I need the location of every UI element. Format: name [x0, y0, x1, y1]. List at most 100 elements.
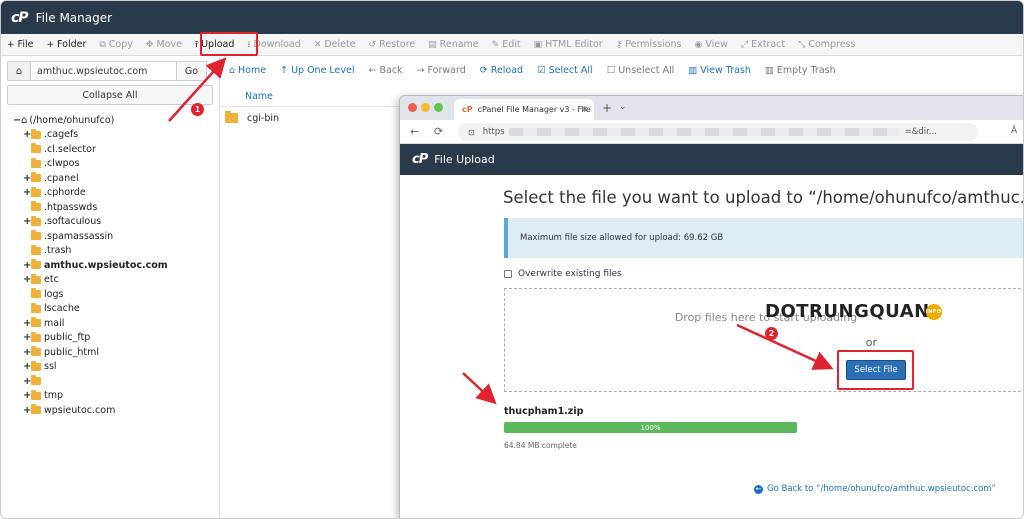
toolbar-edit-button[interactable]: ✎ Edit — [492, 39, 521, 50]
tree-item[interactable]: + amthuc.wpsieutoc.com — [23, 258, 168, 272]
reload-icon: ⟳ — [479, 64, 488, 76]
go-button[interactable]: Go — [177, 61, 207, 81]
tree-item[interactable]: + .softaculous — [23, 215, 101, 229]
expand-icon[interactable]: + — [23, 187, 31, 198]
toolbar-label: Restore — [379, 39, 416, 50]
folder-icon — [31, 244, 41, 255]
url-field[interactable]: ⊡ https =&dir... — [458, 123, 978, 141]
maximize-window-button[interactable] — [434, 103, 443, 112]
collapse-icon[interactable]: − — [13, 115, 21, 126]
key-icon: ⚷ — [615, 39, 623, 50]
browser-reload-icon[interactable]: ⟳ — [434, 125, 443, 138]
toolbar-label: Permissions — [625, 39, 682, 50]
expand-icon[interactable]: + — [23, 216, 31, 227]
tree-item[interactable]: + tmp — [23, 389, 63, 403]
drop-zone[interactable]: Drop files here to start uploading DOTRU… — [504, 288, 1023, 392]
go-back-link[interactable]: ← Go Back to “/home/ohunufco/amthuc.wpsi… — [754, 484, 996, 494]
nav-back-button[interactable]: ← Back — [369, 65, 403, 76]
expand-icon[interactable]: + — [23, 361, 31, 372]
tree-item[interactable]: + mail — [23, 316, 64, 330]
toolbar-copy-button[interactable]: ⧉ Copy — [99, 39, 133, 50]
folder-icon — [31, 389, 41, 400]
tree-item[interactable]: lscache — [23, 302, 80, 316]
tab-menu-chevron-icon[interactable]: ⌄ — [619, 102, 627, 112]
folder-icon — [31, 331, 41, 342]
file-row[interactable]: cgi-bin — [221, 109, 401, 127]
folder-icon — [31, 157, 41, 168]
browser-tab[interactable]: cP cPanel File Manager v3 - File U ✕ — [454, 99, 594, 120]
tree-item[interactable]: + .cpanel — [23, 171, 79, 185]
expand-icon[interactable]: + — [23, 390, 31, 401]
toolbar-move-button[interactable]: ✥ Move — [146, 39, 182, 50]
tree-item[interactable]: .clwpos — [23, 157, 79, 171]
tree-item[interactable]: + — [23, 374, 44, 388]
close-window-button[interactable] — [408, 103, 417, 112]
expand-icon[interactable]: + — [23, 129, 31, 140]
expand-icon[interactable]: + — [23, 405, 31, 416]
expand-icon[interactable]: + — [23, 318, 31, 329]
tree-item[interactable]: + wpsieutoc.com — [23, 403, 115, 417]
translate-icon[interactable]: Â — [1011, 126, 1017, 136]
expand-icon[interactable]: + — [23, 347, 31, 358]
home-icon: ⌂ — [229, 64, 236, 76]
nav-view-trash-button[interactable]: ▥ View Trash — [688, 65, 751, 76]
nav-select-all-button[interactable]: ☑ Select All — [537, 65, 593, 76]
watermark-logo: DOTRUNGQUANINFO — [765, 301, 942, 322]
nav-up-one-level-button[interactable]: ↑ Up One Level — [280, 65, 354, 76]
toolbar-view-button[interactable]: ◉ View — [694, 39, 727, 50]
tree-item[interactable]: + .cphorde — [23, 186, 86, 200]
tree-item[interactable]: .spamassassin — [23, 229, 113, 243]
tree-item[interactable]: − ⌂ (/home/ohunufco) — [13, 113, 114, 127]
nav-home-button[interactable]: ⌂ Home — [229, 65, 266, 76]
folder-icon — [31, 375, 41, 385]
nav-empty-trash-button[interactable]: ▥ Empty Trash — [765, 65, 836, 76]
tree-item[interactable]: .htpasswds — [23, 200, 97, 214]
tab-close-icon[interactable]: ✕ — [581, 105, 588, 114]
expand-icon[interactable]: + — [23, 173, 31, 184]
collapse-all-button[interactable]: Collapse All — [7, 85, 213, 105]
expand-icon[interactable]: + — [23, 274, 31, 285]
blurred-url — [508, 128, 899, 136]
folder-icon — [31, 215, 41, 226]
tree-item[interactable]: + .cagefs — [23, 128, 78, 142]
trash-icon: ▥ — [764, 64, 774, 76]
home-button[interactable]: ⌂ — [7, 61, 31, 81]
expand-icon[interactable]: + — [23, 260, 31, 271]
nav-reload-button[interactable]: ⟳ Reload — [480, 65, 523, 76]
toolbar-permissions-button[interactable]: ⚷ Permissions — [616, 39, 682, 50]
tree-item[interactable]: .cl.selector — [23, 142, 96, 156]
tree-item[interactable]: .trash — [23, 244, 71, 258]
nav-forward-button[interactable]: → Forward — [417, 65, 466, 76]
tree-item[interactable]: + etc — [23, 273, 59, 287]
toolbar: + File + Folder ⧉ Copy ✥ Move ⭱ Upload ⭳ Download ✕ D… — [1, 34, 1023, 56]
toolbar-restore-button[interactable]: ↺ Restore — [369, 39, 416, 50]
toolbar-label: Copy — [108, 39, 133, 50]
browser-back-icon[interactable]: ← — [410, 125, 419, 138]
toolbar-extract-button[interactable]: ⤢ Extract — [741, 39, 785, 50]
nav-unselect-all-button[interactable]: ☐ Unselect All — [607, 65, 675, 76]
tree-item[interactable]: + public_html — [23, 345, 99, 359]
expand-icon[interactable]: + — [23, 376, 31, 387]
overwrite-checkbox[interactable] — [504, 270, 512, 278]
toolbar-delete-button[interactable]: ✕ Delete — [314, 39, 356, 50]
tree-item[interactable]: + ssl — [23, 360, 57, 374]
column-header-name[interactable]: Name — [221, 87, 401, 107]
toolbar-rename-button[interactable]: ▤ Rename — [428, 39, 478, 50]
path-input[interactable] — [31, 61, 177, 81]
uploaded-file-name: thucpham1.zip — [504, 406, 584, 417]
toolbar-label: File — [17, 39, 34, 50]
folder-icon — [31, 201, 41, 211]
folder-icon — [31, 172, 41, 182]
toolbar-compress-button[interactable]: ⤡ Compress — [798, 39, 855, 50]
new-tab-icon[interactable]: + — [602, 101, 612, 115]
nav-label: Reload — [490, 64, 524, 76]
minimize-window-button[interactable] — [421, 103, 430, 112]
expand-icon[interactable]: + — [23, 332, 31, 343]
toolbar-folder-button[interactable]: + Folder — [46, 39, 86, 50]
tree-item[interactable]: + public_ftp — [23, 331, 90, 345]
overwrite-option[interactable]: Overwrite existing files — [504, 269, 622, 279]
tree-item[interactable]: logs — [23, 287, 63, 301]
folder-icon — [31, 259, 41, 269]
toolbar-file-button[interactable]: + File — [7, 39, 33, 50]
toolbar-html-editor-button[interactable]: ▣ HTML Editor — [534, 39, 603, 50]
